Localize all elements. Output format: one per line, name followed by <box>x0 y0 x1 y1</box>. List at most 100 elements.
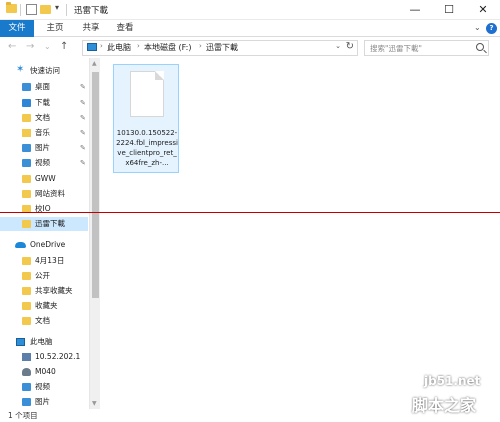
nav-item-pc-pictures[interactable]: 图片 <box>0 395 88 409</box>
tab-home[interactable]: 主页 <box>40 20 70 37</box>
nav-quick-access[interactable]: ✶ 快速访问 <box>0 64 88 78</box>
divider <box>66 4 67 16</box>
close-button[interactable]: ✕ <box>466 0 500 20</box>
nav-item-m040[interactable]: M040 <box>0 365 88 379</box>
nav-onedrive[interactable]: OneDrive <box>0 238 88 252</box>
folder-icon <box>22 175 31 183</box>
folder-icon <box>6 2 17 15</box>
scroll-up-arrow-icon[interactable]: ▲ <box>92 60 97 67</box>
pin-icon: ✎ <box>80 159 86 167</box>
videos-icon <box>22 383 31 391</box>
nav-item-label: 此电脑 <box>30 337 53 346</box>
file-item[interactable]: 10130.0.150522-2224.fbl_impressive_clien… <box>113 64 179 173</box>
nav-item-label: 视频 <box>35 158 50 167</box>
minimize-button[interactable]: — <box>398 0 432 20</box>
nav-item-music[interactable]: 音乐 ✎ <box>0 126 88 140</box>
pin-icon: ✎ <box>80 99 86 107</box>
star-icon: ✶ <box>16 64 25 75</box>
forward-button[interactable]: → <box>26 41 34 52</box>
nav-item-shared-favorites[interactable]: 共享收藏夹 <box>0 284 88 298</box>
recent-locations-button[interactable]: ⌄ <box>44 42 51 51</box>
nav-item-label: 视频 <box>35 382 50 391</box>
pin-icon: ✎ <box>80 129 86 137</box>
divider <box>20 4 21 16</box>
breadcrumb-local-disk[interactable]: 本地磁盘 (F:) <box>144 42 191 54</box>
nav-item-xiao-io[interactable]: 校IO <box>0 202 88 216</box>
breadcrumb-this-pc[interactable]: 此电脑 <box>107 42 131 54</box>
watermark-url: jb51.net <box>424 374 481 388</box>
nav-item-label: 迅雷下載 <box>35 219 65 228</box>
nav-item-documents[interactable]: 文档 ✎ <box>0 111 88 125</box>
folder-icon <box>22 272 31 280</box>
scroll-down-arrow-icon[interactable]: ▼ <box>92 400 97 407</box>
nav-item-desktop[interactable]: 桌面 ✎ <box>0 80 88 94</box>
file-icon <box>130 71 164 117</box>
title-bar: ▾ 迅雷下載 — ☐ ✕ <box>0 0 500 20</box>
search-input[interactable]: 搜索"迅雷下載" <box>370 43 422 54</box>
tab-share[interactable]: 共享 <box>76 20 106 37</box>
help-icon[interactable]: ? <box>486 23 497 34</box>
nav-item-label: 音乐 <box>35 128 50 137</box>
folder-icon <box>22 302 31 310</box>
desktop-icon <box>22 83 31 91</box>
properties-icon[interactable] <box>26 4 37 15</box>
nav-item-videos[interactable]: 视频 ✎ <box>0 156 88 170</box>
nav-item-label: 网站资料 <box>35 189 65 198</box>
nav-item-label: 10.52.202.1 <box>35 352 81 361</box>
nav-item-label: 快速访问 <box>30 66 60 75</box>
nav-item-label: 图片 <box>35 143 50 152</box>
nav-item-label: 文档 <box>35 316 50 325</box>
nav-item-pc-videos[interactable]: 视频 <box>0 380 88 394</box>
pin-icon: ✎ <box>80 114 86 122</box>
file-list-area: 10130.0.150522-2224.fbl_impressive_clien… <box>101 58 500 409</box>
tab-file[interactable]: 文件 <box>0 20 34 37</box>
user-icon <box>22 368 31 376</box>
address-bar[interactable]: › 此电脑 › 本地磁盘 (F:) › 迅雷下載 ⌄ ↻ <box>82 40 358 56</box>
nav-item-pictures[interactable]: 图片 ✎ <box>0 141 88 155</box>
file-name: 10130.0.150522-2224.fbl_impressive_clien… <box>116 129 178 167</box>
maximize-button[interactable]: ☐ <box>432 0 466 20</box>
new-folder-icon[interactable] <box>40 5 51 14</box>
breadcrumb-separator: › <box>199 42 202 50</box>
search-icon <box>476 43 484 51</box>
pin-icon: ✎ <box>80 144 86 152</box>
nav-item-favorites[interactable]: 收藏夹 <box>0 299 88 313</box>
nav-item-xunlei-downloads[interactable]: 迅雷下載 <box>0 217 88 231</box>
nav-item-network-drive[interactable]: 10.52.202.1 <box>0 350 88 364</box>
nav-item-onedrive-documents[interactable]: 文档 <box>0 314 88 328</box>
customize-quick-access-button[interactable]: ▾ <box>55 3 59 12</box>
nav-item-apr-13[interactable]: 4月13日 <box>0 254 88 268</box>
breadcrumb-separator: › <box>100 42 103 50</box>
tab-view[interactable]: 查看 <box>110 20 140 37</box>
network-drive-icon <box>22 353 31 361</box>
folder-icon <box>22 257 31 265</box>
breadcrumb-current-folder[interactable]: 迅雷下載 <box>206 42 238 54</box>
item-count: 1 个项目 <box>8 411 38 420</box>
expand-ribbon-button[interactable]: ⌄ <box>474 23 481 32</box>
folder-icon <box>22 287 31 295</box>
back-button[interactable]: ← <box>8 41 16 52</box>
nav-scrollbar[interactable]: ▲ ▼ <box>89 58 100 409</box>
nav-item-label: GWW <box>35 174 56 183</box>
scrollbar-thumb[interactable] <box>92 72 99 298</box>
folder-icon <box>22 317 31 325</box>
up-button[interactable]: ↑ <box>60 41 68 52</box>
nav-item-label: 图片 <box>35 397 50 406</box>
videos-icon <box>22 159 31 167</box>
navigation-pane: ✶ 快速访问 桌面 ✎ 下载 ✎ 文档 ✎ 音乐 ✎ 图片 ✎ 视频 ✎ GWW… <box>0 58 100 409</box>
nav-item-label: 收藏夹 <box>35 301 58 310</box>
search-box[interactable]: 搜索"迅雷下載" <box>364 40 489 56</box>
nav-item-public[interactable]: 公开 <box>0 269 88 283</box>
nav-item-downloads[interactable]: 下载 ✎ <box>0 96 88 110</box>
nav-item-website-materials[interactable]: 网站资料 <box>0 187 88 201</box>
nav-item-gww[interactable]: GWW <box>0 172 88 186</box>
nav-item-label: 文档 <box>35 113 50 122</box>
nav-this-pc[interactable]: 此电脑 <box>0 335 88 349</box>
address-dropdown-button[interactable]: ⌄ <box>335 42 341 50</box>
nav-item-label: M040 <box>35 367 56 376</box>
nav-item-label: 下载 <box>35 98 50 107</box>
refresh-button[interactable]: ↻ <box>346 41 354 52</box>
pin-icon: ✎ <box>80 83 86 91</box>
computer-icon <box>87 43 97 51</box>
watermark-text: 脚本之家 <box>412 396 477 415</box>
